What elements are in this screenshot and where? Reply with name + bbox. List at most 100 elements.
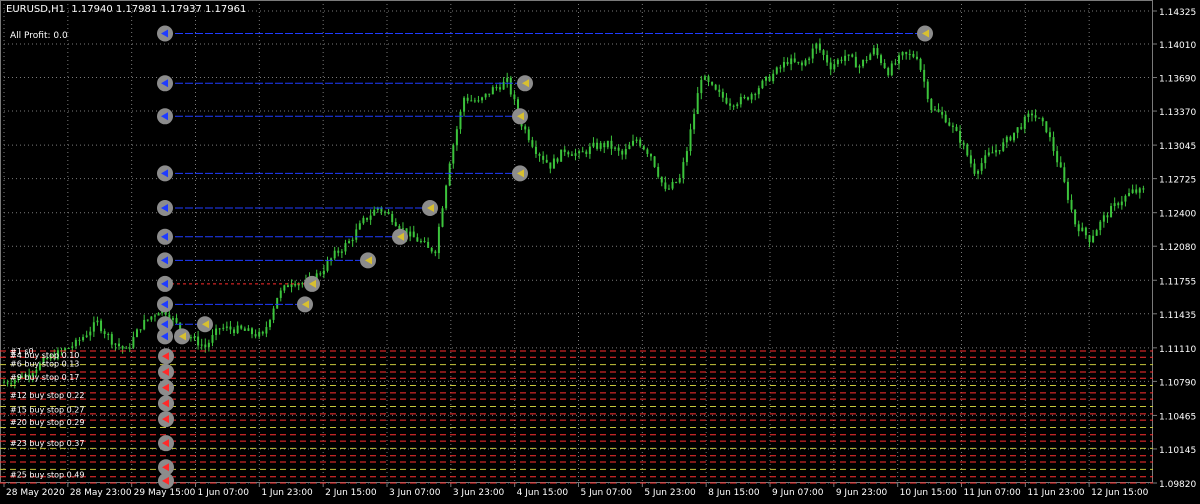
- candle-body: [215, 328, 218, 335]
- candle-body: [610, 140, 613, 149]
- y-tick-label: 1.09820: [1159, 480, 1196, 490]
- candle-body: [128, 347, 131, 349]
- candle-body: [872, 48, 875, 55]
- candle-body: [671, 182, 674, 189]
- candle-body: [445, 185, 448, 209]
- candle-body: [693, 114, 696, 130]
- candle-body: [732, 105, 735, 107]
- candle-body: [448, 163, 451, 186]
- candle-body: [272, 308, 275, 320]
- candle-body: [1009, 136, 1012, 141]
- candle-body: [718, 89, 721, 92]
- candle-body: [887, 68, 890, 76]
- candle-body: [905, 52, 908, 55]
- candle-body: [114, 343, 117, 345]
- candle-body: [1070, 199, 1073, 210]
- x-tick-label: 3 Jun 07:00: [389, 488, 441, 498]
- candle-body: [337, 250, 340, 253]
- x-tick-label: 9 Jun 07:00: [772, 488, 824, 498]
- chart-area[interactable]: 1.14325 1.14010 1.13690 1.13370 1.13045 1.127…: [0, 0, 1200, 500]
- candle-body: [103, 331, 106, 334]
- candle-body: [125, 347, 128, 349]
- candle-body: [100, 320, 103, 332]
- candle-body: [369, 215, 372, 220]
- candle-body: [193, 336, 196, 339]
- candle-body: [894, 63, 897, 65]
- candle-body: [1128, 193, 1131, 196]
- candle-body: [276, 297, 279, 309]
- y-tick-label: 1.13370: [1159, 108, 1196, 118]
- candle-body: [754, 94, 757, 96]
- candle-body: [768, 76, 771, 82]
- candle-body: [92, 322, 95, 332]
- candle-body: [995, 150, 998, 153]
- chart-canvas[interactable]: 1.14325 1.14010 1.13690 1.13370 1.13045 1.127…: [0, 0, 1200, 500]
- candle-body: [689, 129, 692, 152]
- candle-body: [229, 326, 232, 330]
- candle-body: [333, 250, 336, 259]
- candle-body: [603, 143, 606, 148]
- candle-body: [657, 166, 660, 177]
- candle-body: [790, 58, 793, 65]
- x-tick-label: 9 Jun 23:00: [836, 488, 888, 498]
- candle-body: [646, 149, 649, 154]
- candle-body: [240, 325, 243, 329]
- x-tick-label: 5 Jun 07:00: [581, 488, 633, 498]
- candle-body: [67, 347, 70, 349]
- candle-body: [592, 142, 595, 147]
- candle-body: [815, 43, 818, 49]
- candle-body: [1059, 162, 1062, 168]
- candle-body: [261, 331, 264, 334]
- candle-body: [85, 335, 88, 338]
- x-tick-label: 8 Jun 15:00: [708, 488, 760, 498]
- candle-body: [1041, 118, 1044, 122]
- candle-body: [606, 140, 609, 148]
- candle-body: [588, 146, 591, 154]
- candle-body: [409, 231, 412, 237]
- candle-body: [197, 336, 200, 346]
- candle-body: [222, 327, 225, 329]
- candle-body: [1056, 151, 1059, 163]
- candle-body: [268, 319, 271, 328]
- candle-body: [373, 209, 376, 216]
- candle-body: [678, 178, 681, 183]
- candle-body: [890, 63, 893, 76]
- candle-body: [538, 153, 541, 156]
- candle-body: [930, 98, 933, 111]
- candle-body: [1074, 209, 1077, 225]
- candle-body: [534, 146, 537, 154]
- candle-body: [653, 156, 656, 167]
- candle-body: [319, 273, 322, 275]
- y-tick-label: 1.14010: [1159, 41, 1196, 51]
- candle-body: [437, 226, 440, 254]
- candle-body: [632, 140, 635, 146]
- candle-body: [1088, 235, 1091, 243]
- plot-frame: [0, 0, 1153, 483]
- candle-body: [283, 285, 286, 291]
- x-tick-label: 4 Jun 15:00: [517, 488, 569, 498]
- candle-body: [1110, 206, 1113, 218]
- x-tick-label: 1 Jun 23:00: [261, 488, 313, 498]
- candle-body: [973, 163, 976, 174]
- stop-label: #9 buy stop 0.17: [10, 373, 79, 382]
- candle-body: [322, 270, 325, 275]
- candle-body: [416, 237, 419, 242]
- candle-body: [664, 182, 667, 189]
- candle-body: [531, 140, 534, 147]
- candle-body: [937, 109, 940, 112]
- candle-body: [1084, 227, 1087, 236]
- candle-body: [1048, 132, 1051, 138]
- candle-body: [207, 342, 210, 348]
- candle-body: [926, 81, 929, 99]
- candle-body: [200, 344, 203, 346]
- candle-body: [1063, 167, 1066, 182]
- candle-body: [567, 152, 570, 155]
- candle-body: [908, 54, 911, 56]
- stop-label: #15 buy stop 0.27: [10, 406, 84, 415]
- candle-body: [1038, 117, 1041, 119]
- x-tick-label: 29 May 15:00: [134, 488, 196, 498]
- x-tick-label: 28 May 23:00: [70, 488, 132, 498]
- candle-body: [750, 94, 753, 100]
- stop-label: #6 buy stop 0.13: [10, 360, 79, 369]
- candle-body: [944, 114, 947, 123]
